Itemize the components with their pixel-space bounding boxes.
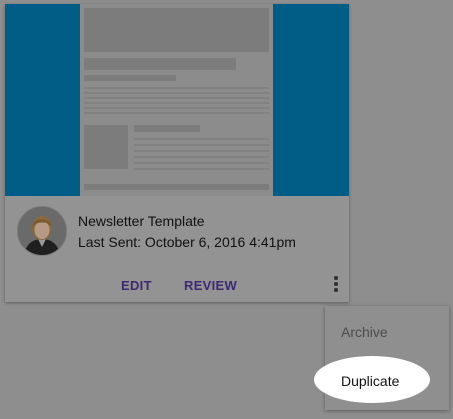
user-photo-icon bbox=[18, 207, 66, 255]
template-thumbnail[interactable] bbox=[5, 4, 349, 196]
menu-item-archive[interactable]: Archive bbox=[341, 324, 388, 340]
menu-item-duplicate[interactable]: Duplicate bbox=[341, 373, 399, 389]
last-sent-text: Last Sent: October 6, 2016 4:41pm bbox=[78, 234, 296, 250]
thumbnail-page-preview bbox=[80, 4, 273, 196]
template-title: Newsletter Template bbox=[78, 213, 205, 229]
avatar bbox=[17, 206, 67, 256]
review-button[interactable]: REVIEW bbox=[184, 278, 237, 293]
more-vert-icon[interactable] bbox=[332, 276, 340, 294]
edit-button[interactable]: EDIT bbox=[121, 278, 152, 293]
template-card: Newsletter Template Last Sent: October 6… bbox=[5, 4, 349, 302]
card-info: Newsletter Template Last Sent: October 6… bbox=[5, 196, 349, 302]
